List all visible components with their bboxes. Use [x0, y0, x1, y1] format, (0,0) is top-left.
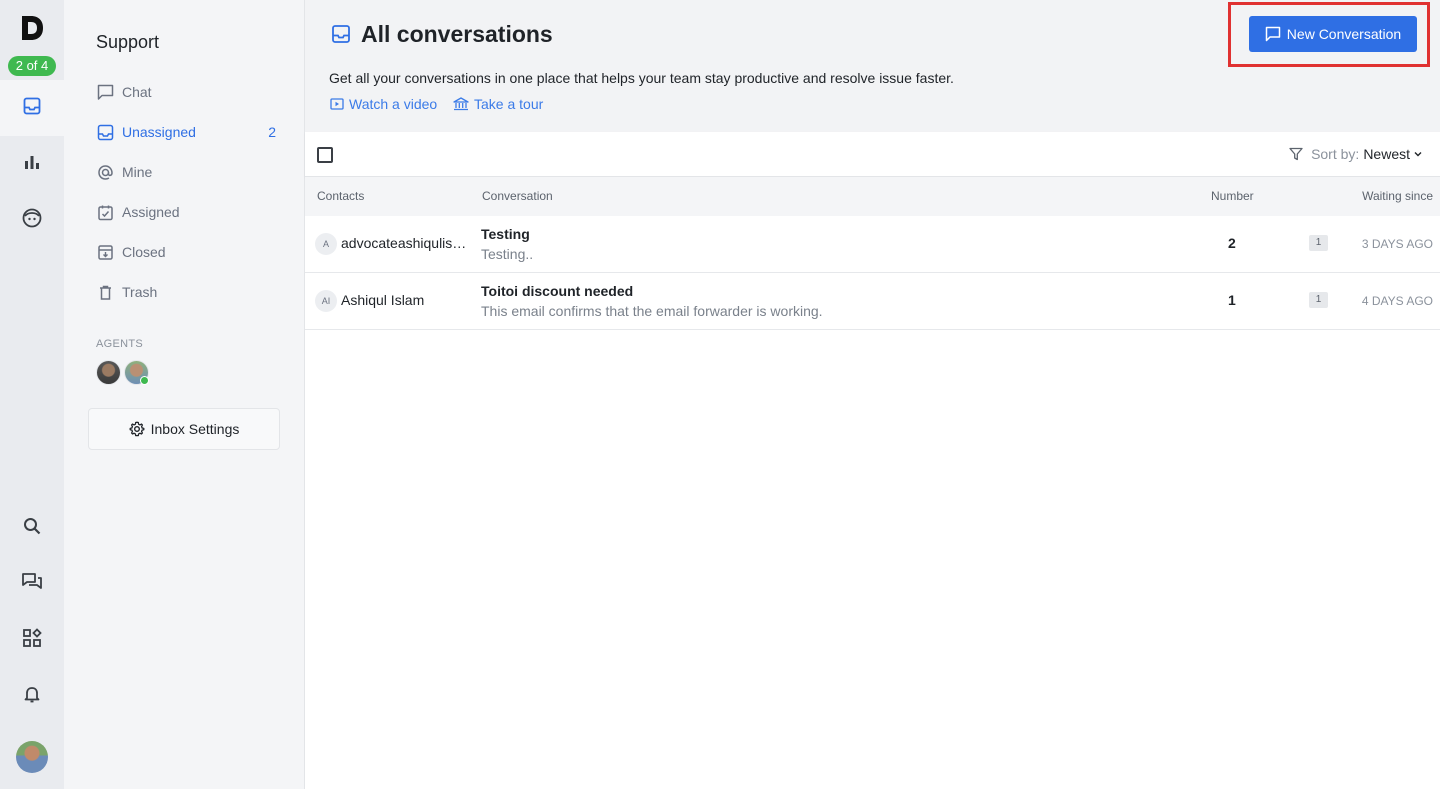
contact-name: advocateashiqulislam: [341, 235, 469, 251]
archive-icon: [96, 243, 114, 261]
column-header-number: Number: [1211, 189, 1254, 203]
main-content: All conversations New Conversation Get a…: [304, 0, 1440, 789]
chevron-down-icon: [1413, 149, 1423, 159]
watch-video-label: Watch a video: [349, 96, 438, 112]
chat-bubbles-icon: [21, 571, 43, 598]
icon-rail: 2 of 4: [0, 0, 64, 789]
sidebar-item-chat[interactable]: Chat: [96, 80, 276, 104]
column-header-contacts: Contacts: [317, 189, 365, 203]
conversation-subject: Toitoi discount needed: [481, 283, 634, 299]
step-progress-badge: 2 of 4: [8, 56, 56, 76]
new-chat-icon: [1265, 26, 1281, 42]
inbox-sidebar: Support Chat Unassigned 2 Mine Assigned …: [64, 0, 304, 789]
chat-icon: [96, 83, 114, 101]
at-icon: [96, 163, 114, 181]
column-header-conversation: Conversation: [482, 189, 553, 203]
sort-value: Newest: [1363, 146, 1410, 162]
filter-icon: [1289, 147, 1303, 161]
watch-video-link[interactable]: Watch a video: [330, 96, 437, 112]
sidebar-item-mine[interactable]: Mine: [96, 160, 276, 184]
table-header: Contacts Conversation Number Waiting sin…: [305, 177, 1440, 216]
message-count-badge: 1: [1309, 235, 1328, 251]
rail-reports-button[interactable]: [0, 136, 64, 192]
sidebar-item-label: Chat: [122, 84, 152, 100]
conversations-panel: Sort by: Newest Contacts Conversation Nu…: [305, 132, 1440, 789]
rail-notifications-button[interactable]: [0, 668, 64, 724]
agent-avatar[interactable]: [124, 360, 149, 385]
sidebar-item-trash[interactable]: Trash: [96, 280, 276, 304]
sidebar-item-assigned[interactable]: Assigned: [96, 200, 276, 224]
rail-apps-button[interactable]: [0, 612, 64, 668]
sort-dropdown[interactable]: Sort by: Newest: [1289, 146, 1423, 162]
conversation-preview: This email confirms that the email forwa…: [481, 303, 823, 319]
reports-icon: [22, 152, 42, 177]
new-conversation-label: New Conversation: [1286, 26, 1402, 42]
contacts-icon: [21, 207, 43, 234]
sidebar-item-label: Assigned: [122, 204, 180, 220]
sidebar-item-label: Mine: [122, 164, 153, 180]
video-play-icon: [330, 97, 344, 111]
rail-inbox-button[interactable]: [0, 80, 64, 136]
contact-name: Ashiqul Islam: [341, 292, 425, 308]
list-toolbar: Sort by: Newest: [305, 132, 1440, 177]
search-icon: [22, 516, 42, 541]
inbox-title: Support: [96, 32, 160, 52]
conversation-number: 1: [1228, 292, 1236, 308]
inbox-icon: [96, 123, 114, 141]
assigned-icon: [96, 203, 114, 221]
page-subtitle: Get all your conversations in one place …: [329, 70, 954, 86]
agent-avatar[interactable]: [96, 360, 121, 385]
table-row[interactable]: A advocateashiqulislam Testing Testing..…: [305, 216, 1440, 273]
tour-building-icon: [453, 97, 469, 111]
column-header-waiting-since: Waiting since: [1362, 189, 1433, 203]
inbox-icon: [22, 96, 42, 121]
rail-contacts-button[interactable]: [0, 192, 64, 248]
sort-label: Sort by:: [1311, 146, 1360, 162]
page-title: All conversations: [361, 21, 553, 47]
inbox-settings-label: Inbox Settings: [150, 421, 240, 437]
gear-icon: [129, 421, 145, 437]
agents-label: AGENTS: [96, 338, 144, 350]
conversation-number: 2: [1228, 235, 1236, 251]
trash-icon: [96, 283, 114, 301]
contact-avatar: A: [315, 233, 337, 255]
table-row[interactable]: AI Ashiqul Islam Toitoi discount needed …: [305, 273, 1440, 330]
bell-icon: [22, 684, 42, 709]
waiting-since: 3 DAYS AGO: [1361, 237, 1433, 251]
apps-icon: [22, 627, 42, 653]
waiting-since: 4 DAYS AGO: [1361, 294, 1433, 308]
select-all-checkbox[interactable]: [317, 147, 333, 163]
inbox-icon: [331, 24, 351, 49]
sidebar-item-closed[interactable]: Closed: [96, 240, 276, 264]
sidebar-item-label: Closed: [122, 244, 166, 260]
conversation-preview: Testing..: [481, 246, 534, 262]
sidebar-item-label: Unassigned: [122, 124, 196, 140]
sidebar-item-label: Trash: [122, 284, 158, 300]
take-tour-label: Take a tour: [474, 96, 544, 112]
contact-avatar: AI: [315, 290, 337, 312]
rail-search-button[interactable]: [0, 500, 64, 556]
conversation-subject: Testing: [481, 226, 530, 242]
app-logo-icon[interactable]: [18, 14, 46, 42]
rail-conversations-button[interactable]: [0, 556, 64, 612]
message-count-badge: 1: [1309, 292, 1328, 308]
user-avatar[interactable]: [16, 741, 48, 773]
take-tour-link[interactable]: Take a tour: [453, 96, 543, 112]
unassigned-count: 2: [268, 124, 276, 140]
sidebar-item-unassigned[interactable]: Unassigned 2: [96, 120, 276, 144]
new-conversation-button[interactable]: New Conversation: [1249, 16, 1417, 52]
inbox-settings-button[interactable]: Inbox Settings: [88, 408, 280, 450]
